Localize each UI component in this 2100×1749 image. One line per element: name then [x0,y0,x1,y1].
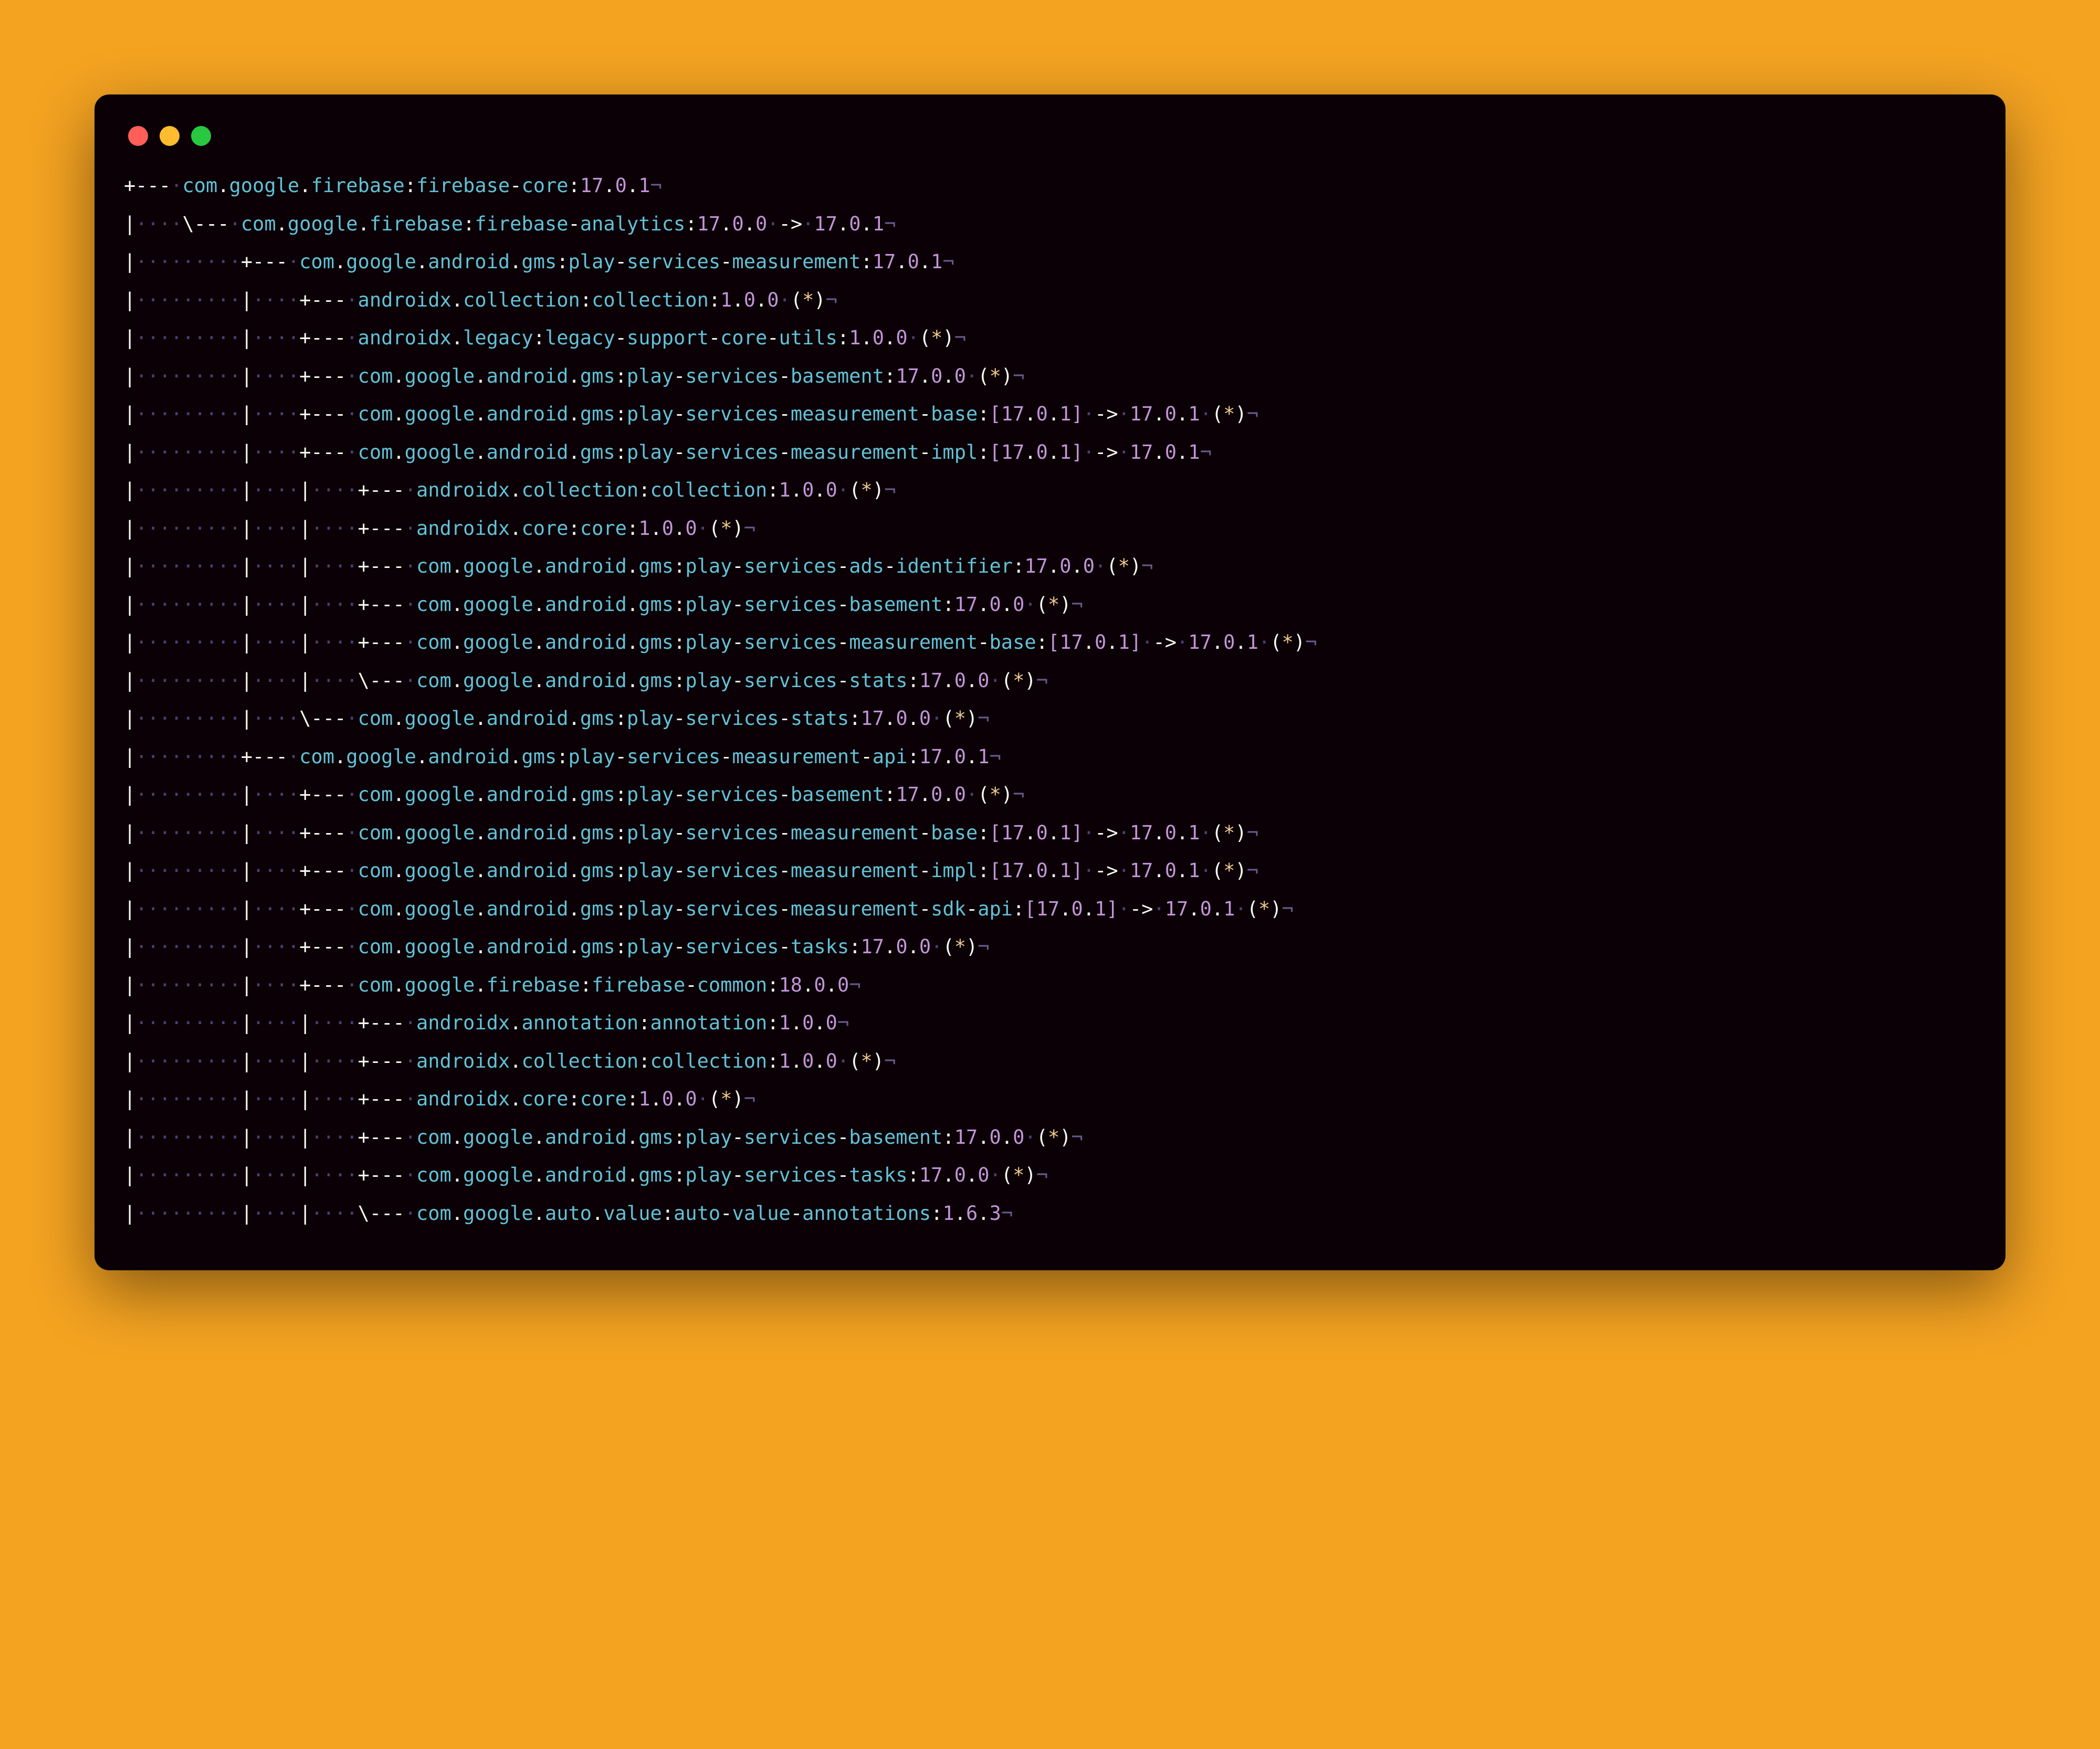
dependency-line: |·········|····|····+---·androidx.collec… [124,1042,1976,1081]
dependency-line: |·········|····+---·com.google.android.g… [124,357,1976,396]
dependency-line: |····\---·com.google.firebase:firebase-a… [124,205,1976,244]
dependency-line: |·········|····+---·com.google.android.g… [124,928,1976,966]
dependency-line: |·········|····+---·com.google.android.g… [124,852,1976,890]
dependency-line: |·········|····|····\---·com.google.andr… [124,662,1976,700]
dependency-line: |·········|····+---·com.google.android.g… [124,776,1976,814]
dependency-line: |·········|····+---·com.google.android.g… [124,434,1976,472]
dependency-line: +---·com.google.firebase:firebase-core:1… [124,167,1976,205]
close-icon[interactable] [128,126,148,146]
dependency-line: |·········|····|····\---·com.google.auto… [124,1195,1976,1233]
dependency-line: |·········|····|····+---·androidx.core:c… [124,1080,1976,1119]
minimize-icon[interactable] [160,126,180,146]
maximize-icon[interactable] [191,126,211,146]
dependency-line: |·········|····|····+---·com.google.andr… [124,586,1976,624]
dependency-line: |·········|····+---·com.google.firebase:… [124,966,1976,1005]
dependency-line: |·········|····|····+---·com.google.andr… [124,1156,1976,1195]
dependency-line: |·········|····|····+---·com.google.andr… [124,547,1976,586]
dependency-line: |·········+---·com.google.android.gms:pl… [124,243,1976,281]
dependency-line: |·········|····|····+---·com.google.andr… [124,1119,1976,1157]
dependency-line: |·········|····\---·com.google.android.g… [124,700,1976,738]
dependency-line: |·········|····+---·androidx.legacy:lega… [124,319,1976,357]
window-titlebar [124,120,1976,167]
terminal-window: +---·com.google.firebase:firebase-core:1… [94,94,2006,1270]
dependency-line: |·········|····+---·com.google.android.g… [124,395,1976,434]
dependency-line: |·········|····+---·com.google.android.g… [124,890,1976,929]
dependency-line: |·········|····|····+---·androidx.collec… [124,471,1976,510]
dependency-line: |·········|····+---·com.google.android.g… [124,814,1976,852]
dependency-line: |·········|····|····+---·androidx.annota… [124,1004,1976,1042]
dependency-line: |·········|····+---·androidx.collection:… [124,281,1976,320]
terminal-content: +---·com.google.firebase:firebase-core:1… [124,167,1976,1232]
dependency-line: |·········|····|····+---·androidx.core:c… [124,510,1976,548]
dependency-line: |·········+---·com.google.android.gms:pl… [124,738,1976,776]
dependency-line: |·········|····|····+---·com.google.andr… [124,624,1976,662]
